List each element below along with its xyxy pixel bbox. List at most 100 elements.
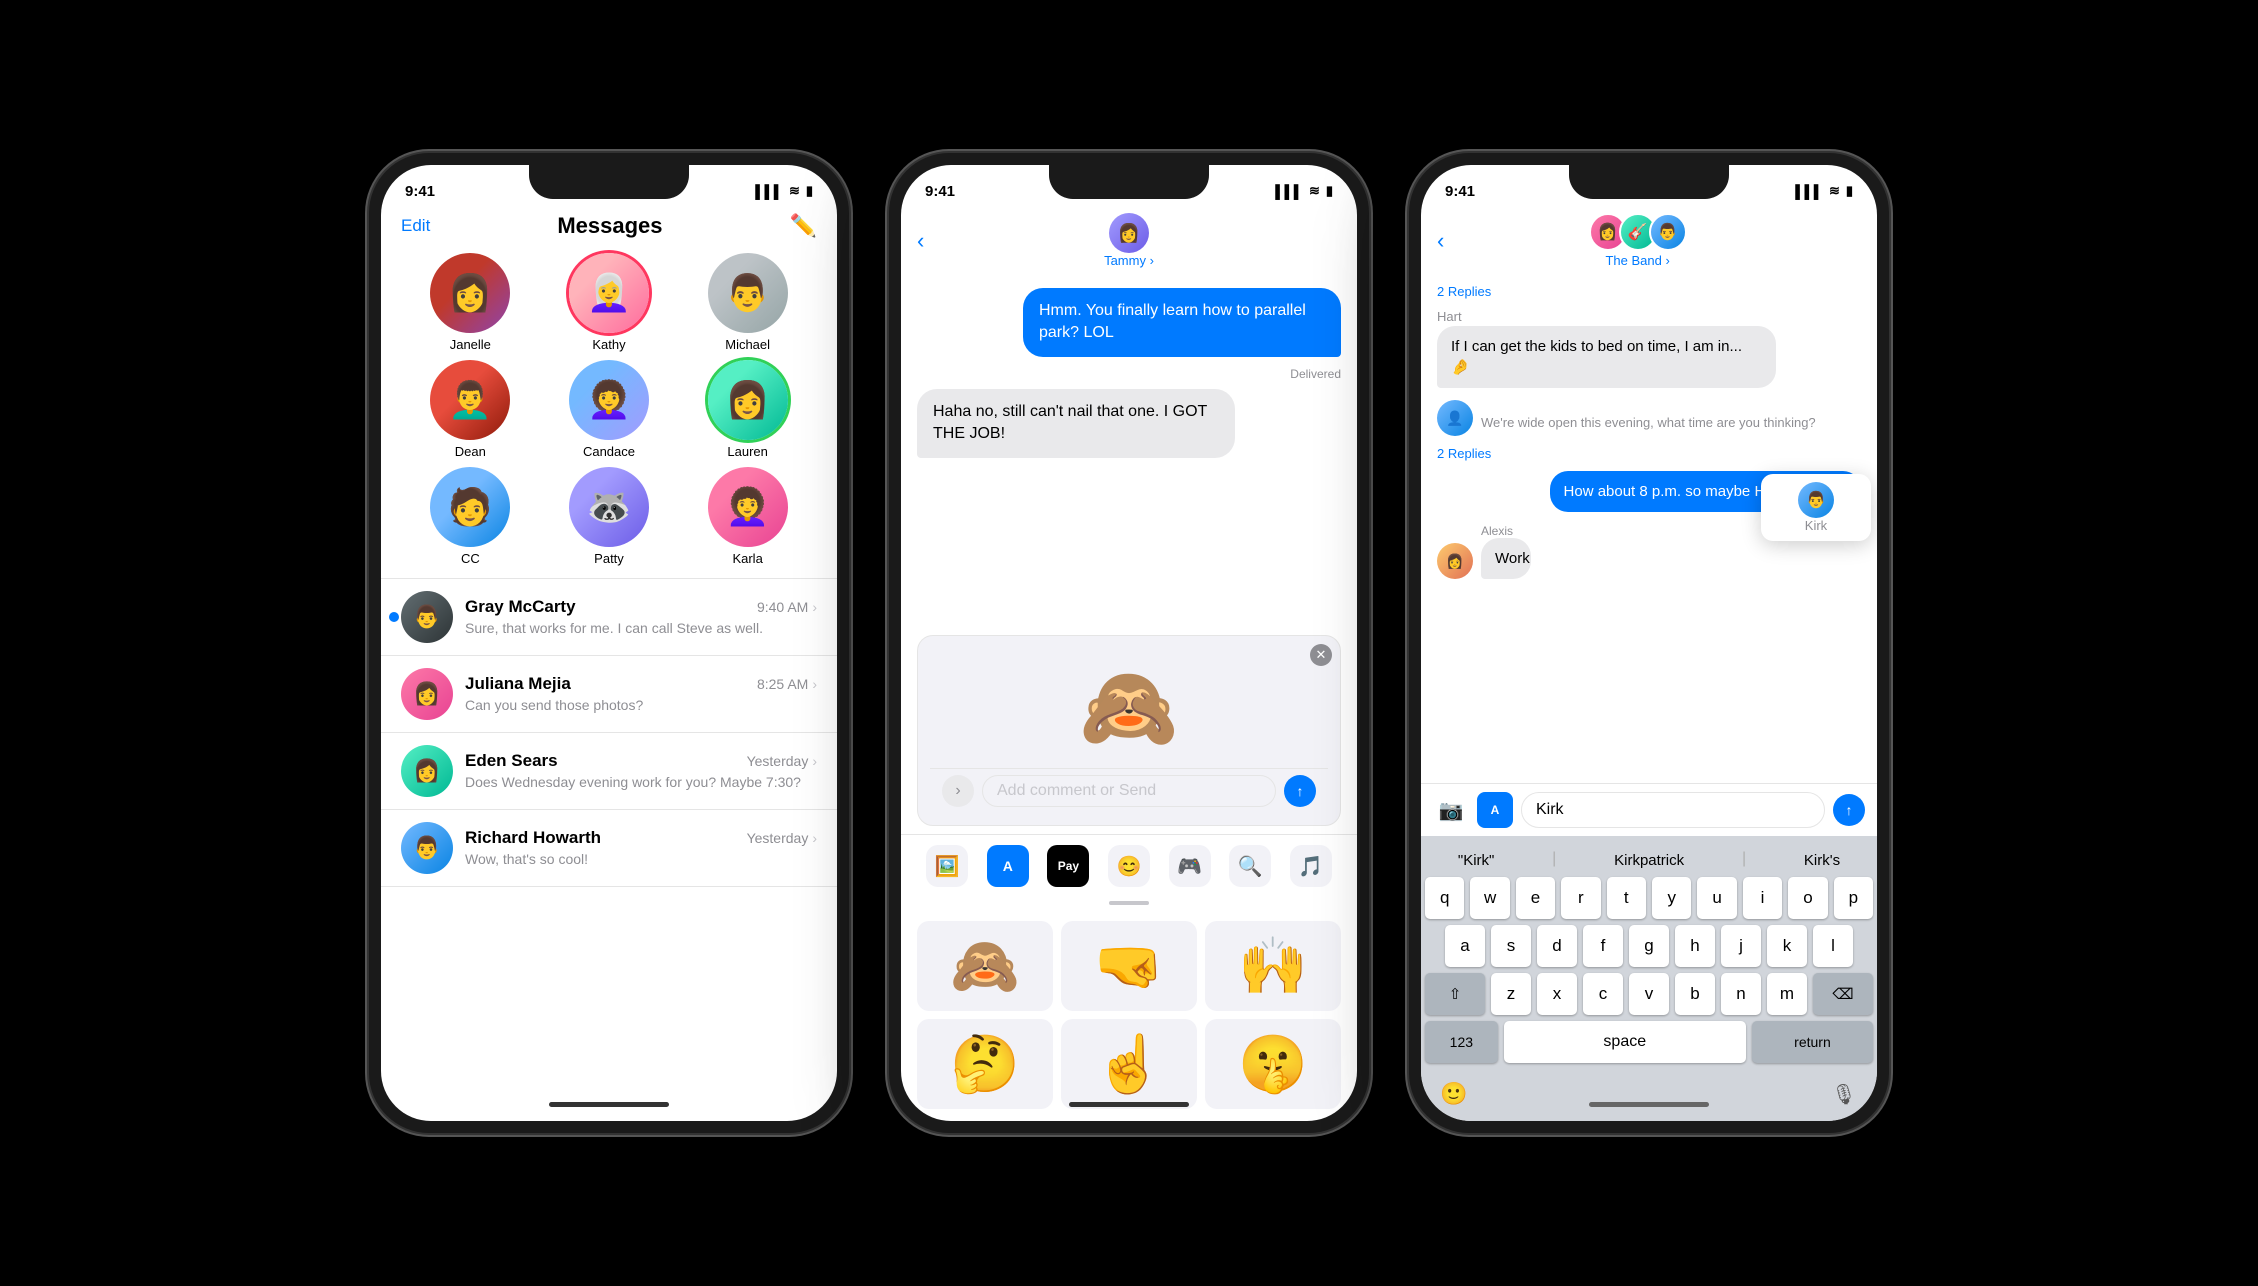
avatar-janelle[interactable]: 👩 Janelle (415, 253, 525, 352)
game-button[interactable]: 🎮 (1169, 845, 1211, 887)
key-s[interactable]: s (1491, 925, 1531, 967)
message-item-eden[interactable]: 👩 Eden Sears Yesterday › Does Wednesday … (381, 733, 837, 810)
emoji-key[interactable]: 🙂 (1433, 1073, 1475, 1115)
key-e[interactable]: e (1516, 877, 1555, 919)
key-f[interactable]: f (1583, 925, 1623, 967)
avatar-circle-karla: 👩‍🦱 (708, 467, 788, 547)
msg-name-eden: Eden Sears (465, 751, 558, 771)
key-123[interactable]: 123 (1425, 1021, 1498, 1063)
sticker-3[interactable]: 🙌 (1205, 921, 1341, 1011)
message-item-richard[interactable]: 👨 Richard Howarth Yesterday › Wow, that'… (381, 810, 837, 887)
message-item-juliana[interactable]: 👩 Juliana Mejia 8:25 AM › Can you send t… (381, 656, 837, 733)
message-item-gray[interactable]: 👨 Gray McCarty 9:40 AM › Sure, that work… (381, 579, 837, 656)
key-u[interactable]: u (1697, 877, 1736, 919)
key-p[interactable]: p (1834, 877, 1873, 919)
tammy-contact[interactable]: 👩 Tammy › (1104, 213, 1154, 268)
suggestion-kirks[interactable]: Kirk's (1796, 850, 1848, 871)
back-button-3[interactable]: ‹ (1437, 228, 1444, 254)
text-input-3[interactable]: Kirk (1521, 792, 1825, 828)
avatar-label-janelle: Janelle (450, 337, 491, 352)
key-o[interactable]: o (1788, 877, 1827, 919)
key-h[interactable]: h (1675, 925, 1715, 967)
battery-icon: ▮ (806, 183, 813, 199)
key-a[interactable]: a (1445, 925, 1485, 967)
replies-label-2[interactable]: 2 Replies (1437, 446, 1861, 461)
back-button-2[interactable]: ‹ (917, 228, 924, 254)
avatar-dean[interactable]: 👨‍🦱 Dean (415, 360, 525, 459)
sticker-4[interactable]: 🤔 (917, 1019, 1053, 1109)
compose-button[interactable]: ✏️ (790, 213, 817, 239)
avatar-candace[interactable]: 👩‍🦱 Candace (554, 360, 664, 459)
key-n[interactable]: n (1721, 973, 1761, 1015)
msg-name-juliana: Juliana Mejia (465, 674, 571, 694)
key-b[interactable]: b (1675, 973, 1715, 1015)
key-y[interactable]: y (1652, 877, 1691, 919)
comment-input[interactable]: Add comment or Send (982, 775, 1276, 807)
avatar-label-karla: Karla (732, 551, 762, 566)
key-shift[interactable]: ⇧ (1425, 973, 1485, 1015)
send-sticker-button[interactable]: ↑ (1284, 775, 1316, 807)
chevron-gray: › (812, 599, 817, 615)
autocomplete-popup[interactable]: 👨 Kirk (1761, 474, 1871, 541)
mic-key[interactable]: 🎙 (1823, 1073, 1865, 1115)
key-k[interactable]: k (1767, 925, 1807, 967)
memoji-button[interactable]: 😊 (1108, 845, 1150, 887)
key-r[interactable]: r (1561, 877, 1600, 919)
alexis-sender-name: Alexis (1481, 524, 1544, 538)
avatar-row-1: 👩 Janelle 👩‍🦳 Kathy 👨 Michael (401, 253, 817, 352)
sticker-1[interactable]: 🙈 (917, 921, 1053, 1011)
music-button[interactable]: 🎵 (1290, 845, 1332, 887)
key-z[interactable]: z (1491, 973, 1531, 1015)
avatar-michael[interactable]: 👨 Michael (693, 253, 803, 352)
search-apps-button[interactable]: 🔍 (1229, 845, 1271, 887)
avatar-kathy[interactable]: 👩‍🦳 Kathy (554, 253, 664, 352)
msg-time-richard: Yesterday (747, 830, 809, 846)
alexis-message-group: 👩 Alexis Work 👨 Kirk (1437, 524, 1861, 579)
key-q[interactable]: q (1425, 877, 1464, 919)
appstore-button[interactable]: A (987, 845, 1029, 887)
key-g[interactable]: g (1629, 925, 1669, 967)
replies-label-1[interactable]: 2 Replies (1437, 284, 1861, 299)
msg-content-gray: Gray McCarty 9:40 AM › Sure, that works … (465, 597, 817, 637)
msg-time-gray: 9:40 AM (757, 599, 808, 615)
avatar-lauren[interactable]: 👩 Lauren (693, 360, 803, 459)
edit-button[interactable]: Edit (401, 216, 430, 236)
time-1: 9:41 (405, 183, 435, 200)
apple-pay-button[interactable]: Pay (1047, 845, 1089, 887)
key-c[interactable]: c (1583, 973, 1623, 1015)
key-i[interactable]: i (1743, 877, 1782, 919)
avatar-cc[interactable]: 🧑 CC (415, 467, 525, 566)
key-space[interactable]: space (1504, 1021, 1746, 1063)
key-backspace[interactable]: ⌫ (1813, 973, 1873, 1015)
sticker-5[interactable]: ☝️ (1061, 1019, 1197, 1109)
msg-preview-gray: Sure, that works for me. I can call Stev… (465, 619, 817, 637)
sticker-composer: ✕ 🙈 › Add comment or Send ↑ (917, 635, 1341, 826)
key-d[interactable]: d (1537, 925, 1577, 967)
suggestion-kirk-quoted[interactable]: "Kirk" (1450, 850, 1502, 871)
key-v[interactable]: v (1629, 973, 1669, 1015)
camera-button-3[interactable]: 📷 (1433, 792, 1469, 828)
key-x[interactable]: x (1537, 973, 1577, 1015)
avatar-karla[interactable]: 👩‍🦱 Karla (693, 467, 803, 566)
key-m[interactable]: m (1767, 973, 1807, 1015)
messages-header: Edit Messages ✏️ (381, 209, 837, 249)
photos-button[interactable]: 🖼️ (926, 845, 968, 887)
key-t[interactable]: t (1607, 877, 1646, 919)
key-row-3: ⇧ z x c v b n m ⌫ (1425, 973, 1873, 1015)
hart-message-group: Hart If I can get the kids to bed on tim… (1437, 309, 1861, 388)
sticker-close-button[interactable]: ✕ (1310, 644, 1332, 666)
key-l[interactable]: l (1813, 925, 1853, 967)
suggestion-kirkpatrick[interactable]: Kirkpatrick (1606, 850, 1692, 871)
appstore-button-3[interactable]: A (1477, 792, 1513, 828)
avatar-patty[interactable]: 🦝 Patty (554, 467, 664, 566)
expand-button[interactable]: › (942, 775, 974, 807)
signal-icon: ▌▌▌ (755, 184, 783, 199)
key-return[interactable]: return (1752, 1021, 1873, 1063)
send-button-3[interactable]: ↑ (1833, 794, 1865, 826)
key-j[interactable]: j (1721, 925, 1761, 967)
time-2: 9:41 (925, 183, 955, 200)
key-w[interactable]: w (1470, 877, 1509, 919)
sticker-6[interactable]: 🤫 (1205, 1019, 1341, 1109)
sticker-2[interactable]: 🤜 (1061, 921, 1197, 1011)
msg-preview-eden: Does Wednesday evening work for you? May… (465, 773, 817, 791)
